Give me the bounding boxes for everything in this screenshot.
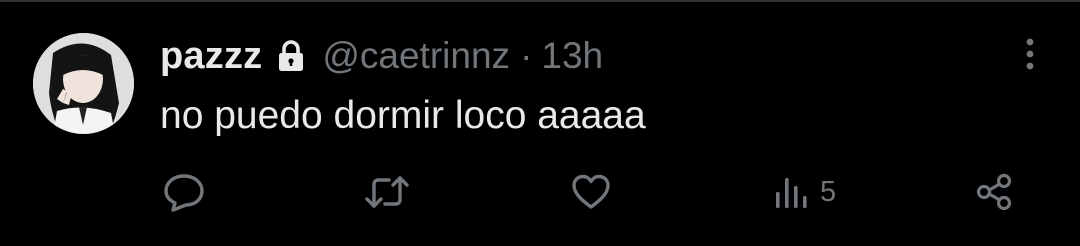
tweet-text: no puedo dormir loco aaaaa	[160, 94, 646, 137]
retweet-icon	[365, 176, 409, 208]
views-button[interactable]: 5	[773, 170, 836, 214]
more-vertical-icon[interactable]	[1016, 36, 1044, 72]
share-icon	[976, 173, 1012, 211]
reply-button[interactable]	[163, 170, 205, 214]
reply-icon	[164, 174, 204, 212]
share-button[interactable]	[974, 170, 1014, 214]
top-divider	[0, 0, 1080, 2]
views-bar-chart-icon	[776, 178, 807, 208]
separator-dot: ·	[520, 35, 533, 76]
timestamp[interactable]: 13h	[541, 35, 603, 77]
display-name[interactable]: pazzz	[160, 35, 262, 78]
views-count: 5	[820, 175, 837, 208]
like-button[interactable]	[571, 170, 611, 214]
tweet-header: pazzz @caetrinnz · 13h	[160, 34, 603, 78]
heart-icon	[572, 174, 610, 209]
user-handle[interactable]: @caetrinnz	[322, 35, 510, 77]
avatar-image	[33, 33, 134, 134]
lock-icon	[278, 40, 304, 72]
avatar[interactable]	[33, 33, 134, 134]
retweet-button[interactable]	[364, 170, 410, 214]
